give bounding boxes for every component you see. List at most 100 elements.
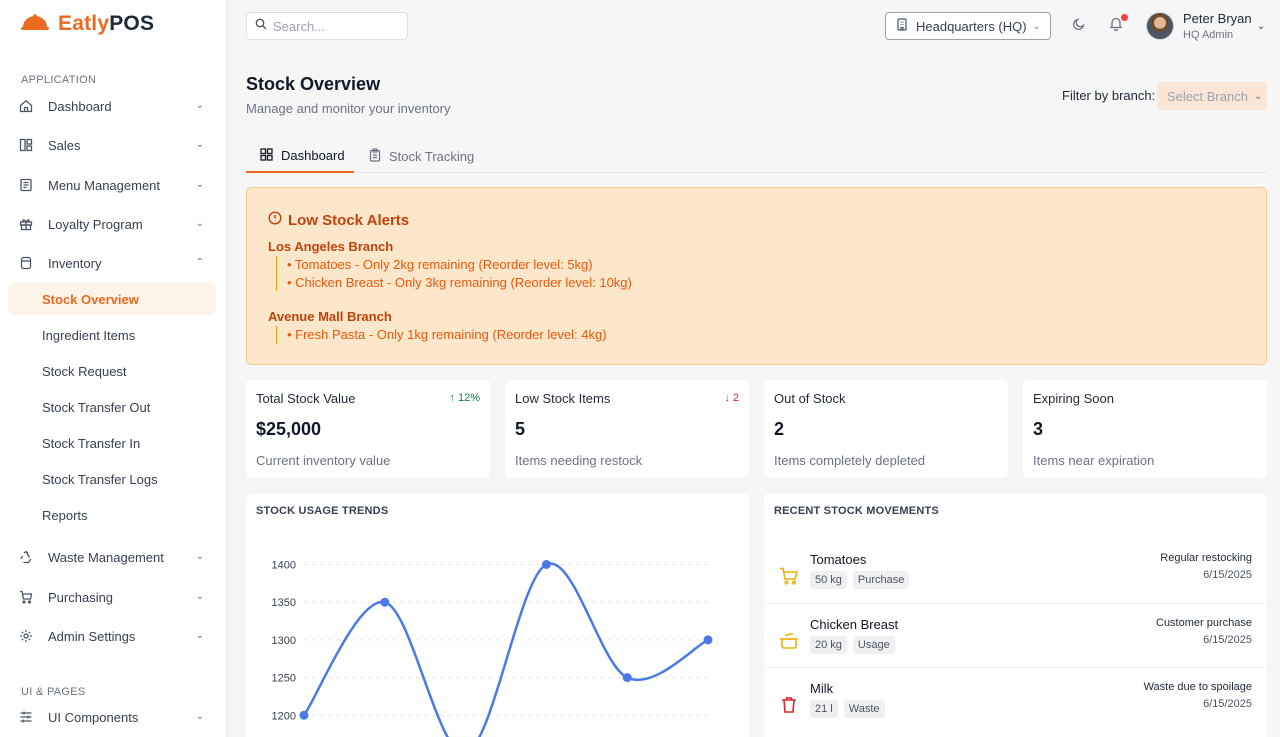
movement-tags: 21 l Waste bbox=[810, 700, 885, 718]
stat-label: Out of Stock bbox=[774, 391, 846, 406]
chevron-down-icon: ⌄ bbox=[195, 630, 204, 641]
sidebar-item-loyalty-program[interactable]: Loyalty Program ⌄ bbox=[8, 208, 216, 240]
moon-icon bbox=[1072, 17, 1086, 36]
brand-logo[interactable]: EatlyPOS bbox=[20, 10, 154, 38]
cloche-icon bbox=[20, 13, 50, 36]
section-label-ui-pages: UI & PAGES bbox=[21, 686, 86, 698]
alert-item: • Fresh Pasta - Only 1kg remaining (Reor… bbox=[287, 327, 607, 342]
sidebar-item-inventory[interactable]: Inventory ⌃ bbox=[8, 247, 216, 279]
section-label-application: APPLICATION bbox=[21, 74, 97, 86]
search-input[interactable] bbox=[273, 18, 393, 34]
data-point[interactable] bbox=[380, 597, 390, 607]
sidebar-item-label: Purchasing bbox=[48, 589, 114, 605]
grid-icon bbox=[260, 147, 273, 164]
tab-label: Dashboard bbox=[281, 148, 345, 163]
stat-card-low-stock-items: Low Stock Items ↓ 2 5 Items needing resto… bbox=[505, 380, 749, 478]
movement-note: Customer purchase bbox=[1156, 617, 1252, 629]
sidebar-item-sales[interactable]: Sales ⌄ bbox=[8, 129, 216, 161]
menu-book-icon bbox=[18, 177, 34, 193]
sidebar-item-menu-management[interactable]: Menu Management ⌄ bbox=[8, 169, 216, 201]
search-box[interactable] bbox=[246, 12, 408, 40]
settings-icon bbox=[18, 628, 34, 644]
branch-filter-select[interactable]: Select Branch ⌄ bbox=[1157, 82, 1267, 110]
stat-trend: ↑ 12% bbox=[449, 392, 480, 404]
recent-stock-movements-panel: RECENT STOCK MOVEMENTS Tomatoes 50 kg Pu… bbox=[764, 494, 1267, 737]
stock-usage-chart: 1200 1250 1300 1350 1400 bbox=[272, 560, 713, 737]
cart-icon bbox=[18, 589, 34, 605]
sidebar-item-ui-components[interactable]: UI Components ⌄ bbox=[8, 701, 216, 733]
filter-label: Filter by branch: bbox=[1062, 88, 1156, 103]
tab-stock-tracking[interactable]: Stock Tracking bbox=[369, 140, 474, 173]
sidebar-item-label: Loyalty Program bbox=[48, 216, 143, 232]
list-item[interactable]: Chicken Breast 20 kg Usage Customer purc… bbox=[764, 603, 1267, 667]
sliders-icon bbox=[18, 709, 34, 725]
movement-tags: 20 kg Usage bbox=[810, 636, 895, 654]
sidebar-item-admin-settings[interactable]: Admin Settings ⌄ bbox=[8, 620, 216, 652]
sidebar-subitem-ingredient-items[interactable]: Ingredient Items bbox=[8, 319, 216, 351]
sidebar-subitem-stock-transfer-out[interactable]: Stock Transfer Out bbox=[8, 391, 216, 423]
stat-value: 5 bbox=[515, 419, 526, 439]
sidebar-item-dashboard[interactable]: Dashboard ⌄ bbox=[8, 90, 216, 122]
database-icon bbox=[18, 255, 34, 271]
alert-item-list: • Fresh Pasta - Only 1kg remaining (Reor… bbox=[276, 326, 607, 344]
list-item[interactable]: Milk 21 l Waste Waste due to spoilage 6/… bbox=[764, 667, 1267, 731]
chart-title: STOCK USAGE TRENDS bbox=[256, 505, 389, 517]
brand-name: EatlyPOS bbox=[58, 12, 155, 35]
stat-card-total-stock-value: Total Stock Value ↑ 12% $25,000 Current i… bbox=[246, 380, 490, 478]
sidebar-subitem-stock-transfer-in[interactable]: Stock Transfer In bbox=[8, 427, 216, 459]
chevron-down-icon: ⌄ bbox=[195, 218, 204, 229]
branch-filter-placeholder: Select Branch bbox=[1167, 88, 1248, 104]
search-icon bbox=[255, 17, 267, 35]
branch-switcher[interactable]: Headquarters (HQ) ⌄ bbox=[885, 12, 1051, 40]
tab-dashboard[interactable]: Dashboard bbox=[246, 140, 354, 173]
stat-value: 3 bbox=[1033, 419, 1044, 439]
stat-label: Total Stock Value bbox=[256, 391, 356, 406]
alert-branch-name: Los Angeles Branch bbox=[268, 239, 394, 254]
data-point[interactable] bbox=[703, 635, 713, 645]
movement-tags: 50 kg Purchase bbox=[810, 571, 910, 589]
home-icon bbox=[18, 98, 34, 114]
alert-item-list: • Tomatoes - Only 2kg remaining (Reorder… bbox=[276, 256, 632, 291]
stat-description: Items completely depleted bbox=[774, 453, 926, 468]
arrow-up-icon: ↑ bbox=[449, 392, 455, 404]
chevron-up-icon: ⌃ bbox=[195, 257, 204, 268]
movement-item-name: Milk bbox=[810, 681, 834, 696]
data-point[interactable] bbox=[299, 710, 309, 720]
stat-label: Expiring Soon bbox=[1033, 391, 1114, 406]
sidebar: EatlyPOS APPLICATION Dashboard ⌄ Sales ⌄… bbox=[0, 0, 227, 737]
sidebar-item-purchasing[interactable]: Purchasing ⌄ bbox=[8, 581, 216, 613]
sidebar-item-label: Admin Settings bbox=[48, 628, 136, 644]
sidebar-subitem-stock-request[interactable]: Stock Request bbox=[8, 355, 216, 387]
sidebar-subitem-stock-transfer-logs[interactable]: Stock Transfer Logs bbox=[8, 463, 216, 495]
sidebar-item-label: Sales bbox=[48, 137, 81, 153]
movement-quantity: 21 l bbox=[810, 700, 838, 718]
movement-note: Regular restocking bbox=[1160, 552, 1252, 564]
movement-quantity: 50 kg bbox=[810, 571, 847, 589]
sidebar-subitem-stock-overview[interactable]: Stock Overview bbox=[8, 283, 216, 315]
dark-mode-toggle[interactable] bbox=[1069, 16, 1089, 36]
sidebar-item-label: Waste Management bbox=[48, 549, 164, 565]
movement-date: 6/15/2025 bbox=[1203, 634, 1252, 646]
branch-switcher-label: Headquarters (HQ) bbox=[916, 18, 1027, 34]
y-tick-label: 1200 bbox=[272, 710, 296, 722]
clipboard-icon bbox=[369, 148, 381, 165]
data-point[interactable] bbox=[622, 673, 632, 683]
stat-description: Current inventory value bbox=[256, 453, 391, 468]
alert-item: • Tomatoes - Only 2kg remaining (Reorder… bbox=[287, 257, 593, 272]
movement-type: Usage bbox=[852, 636, 895, 654]
user-menu-chevron-icon[interactable]: ⌄ bbox=[1257, 21, 1265, 32]
sidebar-subitem-reports[interactable]: Reports bbox=[8, 499, 216, 531]
data-point[interactable] bbox=[541, 560, 551, 569]
tab-label: Stock Tracking bbox=[389, 149, 475, 164]
sidebar-item-waste-management[interactable]: Waste Management ⌄ bbox=[8, 541, 216, 573]
list-item[interactable]: Tomatoes 50 kg Purchase Regular restocki… bbox=[764, 539, 1267, 603]
user-name: Peter Bryan bbox=[1183, 11, 1252, 26]
avatar[interactable] bbox=[1146, 12, 1174, 40]
y-tick-label: 1400 bbox=[272, 560, 296, 572]
stat-value: 2 bbox=[774, 419, 785, 439]
cooking-pot-icon bbox=[778, 630, 800, 652]
stat-card-out-of-stock: Out of Stock 2 Items completely depleted bbox=[764, 380, 1008, 478]
y-tick-label: 1250 bbox=[272, 673, 296, 685]
movement-type: Purchase bbox=[852, 571, 910, 589]
movement-note: Waste due to spoilage bbox=[1143, 681, 1252, 693]
